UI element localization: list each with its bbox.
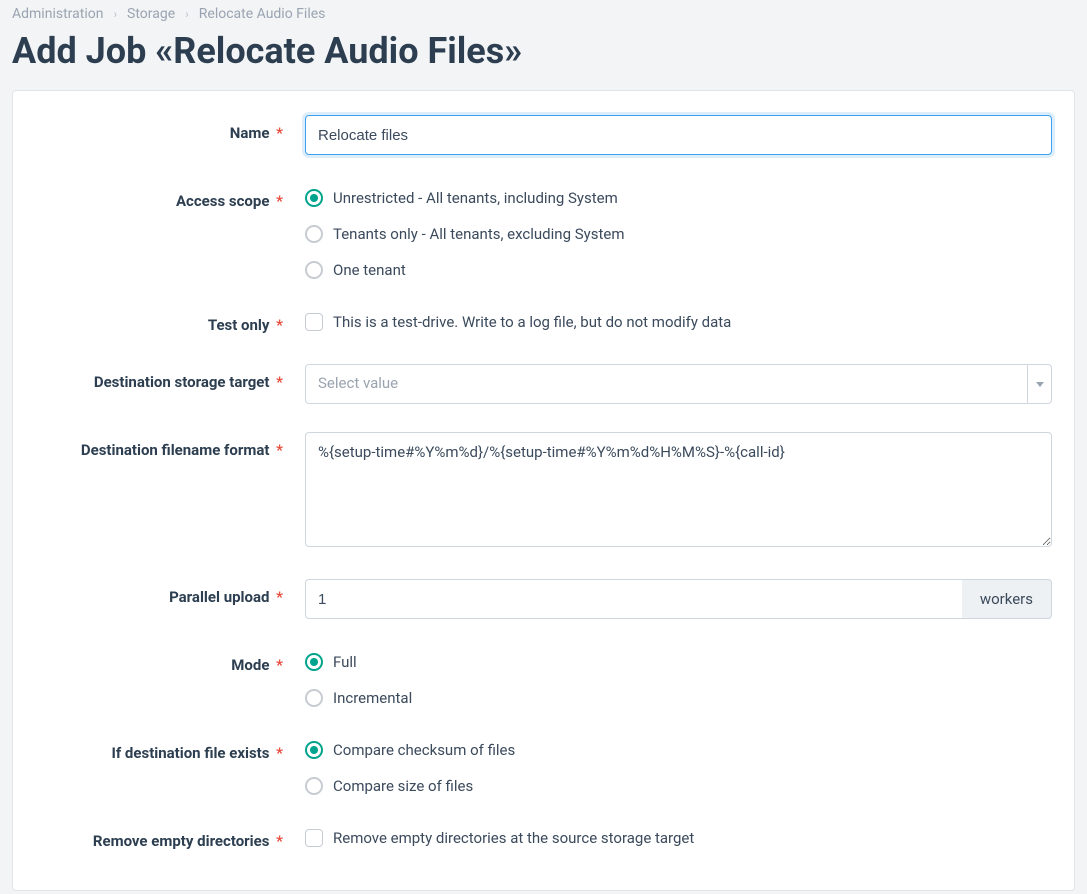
breadcrumb: Administration › Storage › Relocate Audi… [0, 0, 1087, 24]
access-scope-option-unrestricted[interactable]: Unrestricted - All tenants, including Sy… [305, 189, 1052, 207]
dest-storage-select[interactable]: Select value [305, 364, 1052, 404]
label-mode: Mode * [35, 647, 305, 676]
radio-icon [305, 653, 323, 671]
access-scope-option-tenants-only[interactable]: Tenants only - All tenants, excluding Sy… [305, 225, 1052, 243]
page-title: Add Job «Relocate Audio Files» [0, 24, 1087, 90]
name-input[interactable] [305, 115, 1052, 155]
label-dest-filename: Destination filename format * [35, 432, 305, 461]
radio-label: One tenant [333, 261, 406, 279]
label-test-only: Test only * [35, 307, 305, 336]
label-dest-storage: Destination storage target * [35, 364, 305, 393]
chevron-down-icon [1027, 365, 1051, 403]
breadcrumb-link-relocate-audio-files[interactable]: Relocate Audio Files [199, 6, 326, 22]
breadcrumb-link-storage[interactable]: Storage [127, 6, 175, 22]
dest-filename-textarea[interactable]: %{setup-time#%Y%m%d}/%{setup-time#%Y%m%d… [305, 432, 1052, 547]
radio-label: Compare checksum of files [333, 741, 515, 759]
radio-label: Full [333, 653, 357, 671]
radio-icon [305, 741, 323, 759]
form-panel: Name * Access scope * Unrestricted - All… [12, 90, 1075, 891]
radio-label: Compare size of files [333, 777, 473, 795]
label-if-dest-exists: If destination file exists * [35, 735, 305, 764]
radio-icon [305, 189, 323, 207]
label-access-scope: Access scope * [35, 183, 305, 212]
breadcrumb-link-administration[interactable]: Administration [12, 6, 103, 22]
checkbox-icon [305, 313, 323, 331]
radio-icon [305, 689, 323, 707]
chevron-right-icon: › [185, 7, 189, 21]
checkbox-label: Remove empty directories at the source s… [333, 829, 694, 847]
radio-label: Unrestricted - All tenants, including Sy… [333, 189, 618, 207]
mode-option-full[interactable]: Full [305, 653, 1052, 671]
dest-exists-option-size[interactable]: Compare size of files [305, 777, 1052, 795]
radio-icon [305, 225, 323, 243]
dest-exists-option-checksum[interactable]: Compare checksum of files [305, 741, 1052, 759]
checkbox-icon [305, 829, 323, 847]
label-parallel-upload: Parallel upload * [35, 579, 305, 608]
radio-label: Tenants only - All tenants, excluding Sy… [333, 225, 624, 243]
test-only-checkbox[interactable]: This is a test-drive. Write to a log fil… [305, 313, 1052, 331]
parallel-upload-input[interactable] [305, 579, 962, 619]
select-placeholder: Select value [306, 365, 1027, 403]
radio-label: Incremental [333, 689, 412, 707]
remove-empty-checkbox[interactable]: Remove empty directories at the source s… [305, 829, 1052, 847]
chevron-right-icon: › [113, 7, 117, 21]
access-scope-option-one-tenant[interactable]: One tenant [305, 261, 1052, 279]
mode-option-incremental[interactable]: Incremental [305, 689, 1052, 707]
label-remove-empty: Remove empty directories * [35, 823, 305, 852]
label-name: Name * [35, 115, 305, 144]
checkbox-label: This is a test-drive. Write to a log fil… [333, 313, 731, 331]
addon-workers: workers [962, 579, 1052, 619]
radio-icon [305, 261, 323, 279]
radio-icon [305, 777, 323, 795]
